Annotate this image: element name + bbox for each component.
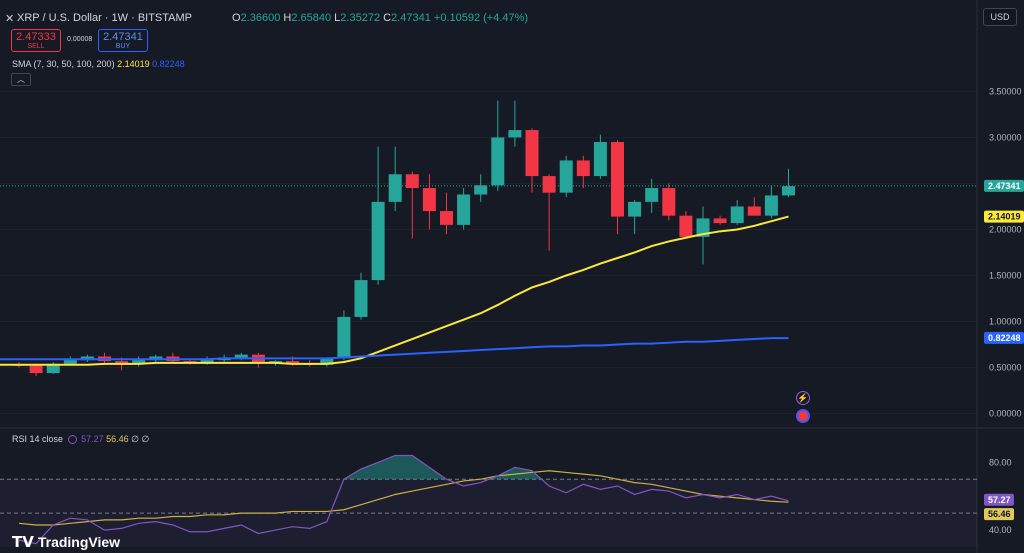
candle-down	[611, 142, 624, 217]
candle-up	[491, 137, 505, 186]
candle-down	[115, 361, 129, 363]
candle-up	[559, 160, 573, 193]
tradingview-logo-icon: 𝗧𝗩	[12, 533, 34, 551]
rsi-overbought-fill	[343, 455, 447, 480]
candle-up	[234, 354, 248, 358]
candle-down	[405, 174, 419, 189]
candle-up	[645, 188, 659, 202]
rsi-overbought-fill	[489, 467, 542, 480]
candle-down	[422, 188, 436, 212]
candle-up	[474, 185, 488, 195]
candle-down	[576, 160, 590, 177]
candle-up	[764, 195, 778, 216]
candle-down	[440, 211, 453, 225]
candle-down	[29, 365, 43, 374]
price-tag-label: 2.47341	[988, 181, 1021, 191]
rsi-tag-label: 56.46	[988, 509, 1011, 519]
price-tag-label: 0.82248	[988, 333, 1021, 343]
candle-up	[354, 280, 368, 317]
chart-window: ✕ XRP / U.S. Dollar · 1W · BITSTAMP O2.3…	[0, 0, 1024, 553]
chart-canvas[interactable]: 3.500003.000002.500002.000001.500001.000…	[0, 0, 1024, 553]
candle-up	[371, 201, 385, 281]
price-tick-label: 0.00000	[989, 409, 1022, 419]
price-tick-label: 3.50000	[989, 86, 1022, 96]
candle-up	[508, 130, 522, 138]
candle-down	[679, 215, 693, 237]
candle-up	[337, 316, 351, 359]
rsi-tick-label: 80.00	[989, 457, 1012, 467]
us-flag-event-icon[interactable]	[796, 409, 810, 423]
candle-down	[542, 176, 556, 193]
tradingview-logo[interactable]: 𝗧𝗩 TradingView	[12, 533, 120, 551]
rsi-tag-label: 57.27	[988, 495, 1011, 505]
price-tag-label: 2.14019	[988, 212, 1021, 222]
price-tick-label: 3.00000	[989, 132, 1022, 142]
price-tick-label: 1.50000	[989, 270, 1022, 280]
tradingview-wordmark: TradingView	[37, 534, 121, 550]
candle-up	[628, 201, 642, 217]
candle-up	[593, 142, 607, 177]
sma-200-line	[0, 337, 789, 361]
price-tick-label: 1.00000	[989, 317, 1022, 327]
candle-down	[662, 188, 676, 216]
candle-down	[713, 218, 727, 224]
candle-down	[525, 130, 539, 177]
price-tick-label: 0.50000	[989, 363, 1022, 373]
candle-down	[747, 206, 761, 216]
rsi-tick-label: 40.00	[989, 525, 1012, 535]
candle-up	[730, 206, 744, 224]
candle-up	[457, 194, 471, 225]
candle-up	[388, 174, 402, 202]
price-tick-label: 2.00000	[989, 224, 1022, 234]
rsi-band-fill	[0, 479, 977, 548]
candle-up	[782, 186, 795, 196]
candle-up	[63, 360, 77, 364]
candle-up	[132, 360, 146, 363]
flash-event-icon[interactable]: ⚡	[796, 391, 810, 405]
